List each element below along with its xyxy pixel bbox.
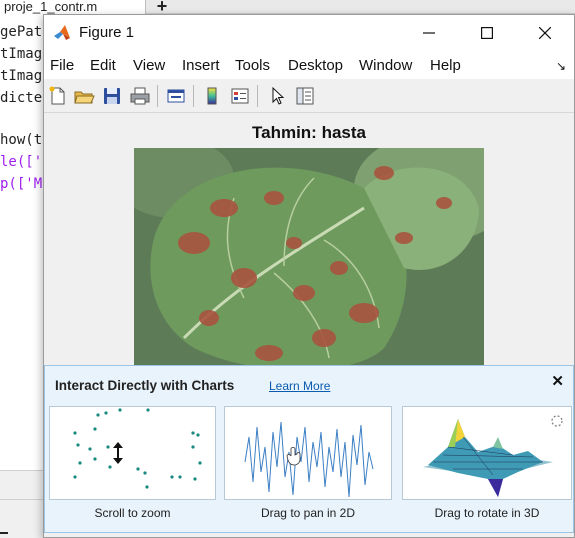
code-line[interactable]: tImag xyxy=(0,66,42,86)
editor-status-area xyxy=(0,470,44,538)
figure-window: Figure 1 File Edit View Insert Tools Des… xyxy=(43,14,575,538)
matlab-logo-icon xyxy=(52,23,72,43)
editor-tab-bar: proje_1_contr.m + xyxy=(0,0,575,15)
insert-legend-icon[interactable] xyxy=(229,85,251,107)
link-plot-icon[interactable] xyxy=(165,85,187,107)
scatter-demo-graphic xyxy=(73,408,202,489)
window-title: Figure 1 xyxy=(79,24,135,41)
code-line[interactable]: tImag xyxy=(0,44,42,64)
menu-window[interactable]: Window xyxy=(359,57,412,74)
open-file-icon[interactable] xyxy=(73,85,95,107)
menu-file[interactable]: File xyxy=(50,57,74,74)
menu-bar: File Edit View Insert Tools Desktop Wind… xyxy=(44,51,574,79)
menu-view[interactable]: View xyxy=(133,57,165,74)
leaf-image xyxy=(134,148,484,368)
code-line[interactable]: le([' xyxy=(0,152,42,172)
code-line[interactable]: p(['M xyxy=(0,174,42,194)
editor-tab[interactable]: proje_1_contr.m xyxy=(0,0,146,14)
edit-plot-icon[interactable] xyxy=(266,85,288,107)
close-button[interactable] xyxy=(516,15,574,51)
hand-cursor-icon xyxy=(286,447,301,466)
zoom-caption: Scroll to zoom xyxy=(94,506,171,520)
menu-edit[interactable]: Edit xyxy=(90,57,116,74)
add-tab-button[interactable]: + xyxy=(150,0,174,15)
plot-title: Tahmin: hasta xyxy=(252,123,366,142)
new-figure-icon[interactable] xyxy=(47,85,69,107)
maximize-button[interactable] xyxy=(458,15,516,51)
tips-title: Interact Directly with Charts xyxy=(55,378,235,393)
save-icon[interactable] xyxy=(101,85,123,107)
code-line[interactable]: how(t xyxy=(0,130,42,150)
scroll-cursor-icon xyxy=(113,442,123,464)
print-icon[interactable] xyxy=(129,85,151,107)
code-line[interactable]: dicte xyxy=(0,88,42,108)
minimize-button[interactable] xyxy=(400,15,458,51)
axes-area[interactable]: Tahmin: hasta Interact Directly with Cha… xyxy=(44,113,574,537)
rotate-caption: Drag to rotate in 3D xyxy=(434,506,540,520)
pan-caption: Drag to pan in 2D xyxy=(260,506,356,520)
title-bar[interactable]: Figure 1 xyxy=(44,15,574,51)
dock-arrow-icon[interactable]: ↘ xyxy=(556,59,566,73)
learn-more-link[interactable]: Learn More xyxy=(269,379,330,393)
property-inspector-icon[interactable] xyxy=(294,85,316,107)
toolbar-separator xyxy=(157,85,158,107)
menu-desktop[interactable]: Desktop xyxy=(288,57,343,74)
close-icon xyxy=(539,27,551,39)
insert-colorbar-icon[interactable] xyxy=(201,85,223,107)
pan-demo-card xyxy=(224,406,392,500)
zoom-demo-card xyxy=(49,406,216,500)
menu-insert[interactable]: Insert xyxy=(182,57,220,74)
loading-spinner-icon xyxy=(551,415,563,427)
toolbar-separator xyxy=(193,85,194,107)
interaction-tips-panel: Interact Directly with Charts Learn More… xyxy=(44,365,574,533)
close-tips-button[interactable]: ✕ xyxy=(551,372,564,390)
maximize-icon xyxy=(481,27,493,39)
menu-tools[interactable]: Tools xyxy=(235,57,270,74)
figure-toolbar xyxy=(44,79,574,113)
toolbar-separator xyxy=(257,85,258,107)
text-cursor xyxy=(0,532,8,534)
rotate-demo-card xyxy=(402,406,572,500)
menu-help[interactable]: Help xyxy=(430,57,461,74)
surface-demo-graphic xyxy=(423,415,563,497)
line-demo-graphic xyxy=(244,421,374,498)
minimize-icon xyxy=(423,32,435,34)
code-line[interactable]: gePat xyxy=(0,22,42,42)
